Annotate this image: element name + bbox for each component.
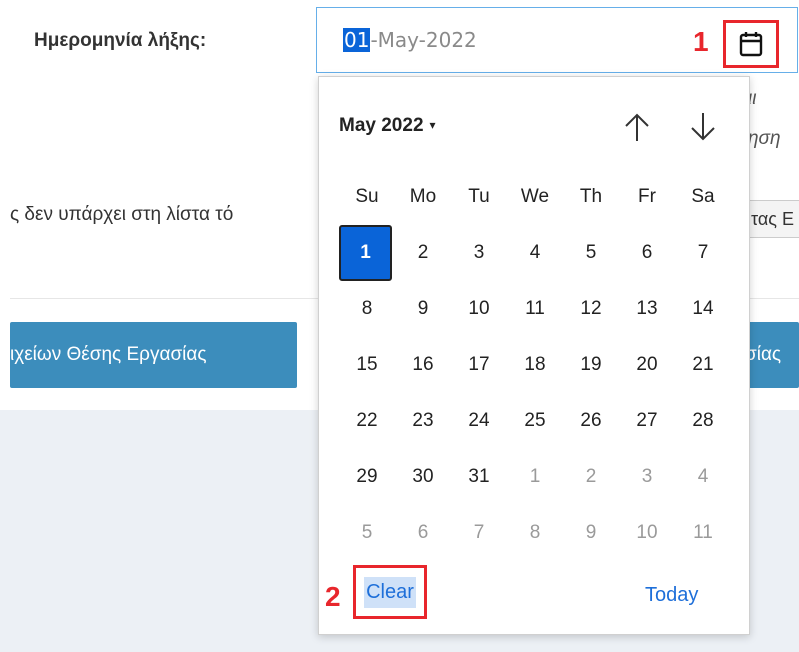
calendar-day[interactable]: 7 <box>675 225 731 281</box>
annotation-marker-2: 2 <box>325 581 341 612</box>
calendar-day[interactable]: 19 <box>563 337 619 393</box>
calendar-day[interactable]: 11 <box>675 505 731 561</box>
calendar-day[interactable]: 27 <box>619 393 675 449</box>
job-details-button-label: ιχείων Θέσης Εργασίας <box>10 344 207 365</box>
calendar-day[interactable]: 5 <box>339 505 395 561</box>
background-text-fragment: ηση <box>748 128 781 149</box>
calendar-day-selected[interactable]: 1 <box>339 225 392 281</box>
secondary-job-button[interactable]: σίας <box>745 322 799 388</box>
date-day-segment[interactable]: 01 <box>343 28 371 52</box>
month-year-label: May 2022 <box>339 115 424 136</box>
calendar-week-row: 15 16 17 18 19 20 21 <box>339 337 731 393</box>
calendar-day[interactable]: 11 <box>507 281 563 337</box>
calendar-day[interactable]: 22 <box>339 393 395 449</box>
weekday-header: We <box>520 186 550 207</box>
calendar-week-row: 22 23 24 25 26 27 28 <box>339 393 731 449</box>
background-grey-button[interactable]: τας Ε <box>748 200 799 238</box>
calendar-day[interactable]: 3 <box>451 225 507 281</box>
calendar-day[interactable]: 4 <box>675 449 731 505</box>
date-picker-popup: May 2022 ▾ Su Mo Tu We Th Fr Sa 123456789… <box>318 76 750 635</box>
calendar-day[interactable]: 18 <box>507 337 563 393</box>
weekday-header: Mo <box>409 186 437 207</box>
weekday-header: Sa <box>691 186 715 207</box>
calendar-day[interactable]: 21 <box>675 337 731 393</box>
calendar-grid: Su Mo Tu We Th Fr Sa 1 2 3 4 5 6 7 8 9 10 11 12 13 14… <box>339 169 731 561</box>
calendar-week-row: 5 6 7 8 9 10 11 <box>339 505 731 561</box>
calendar-day[interactable]: 10 <box>451 281 507 337</box>
calendar-day[interactable]: 2 <box>395 225 451 281</box>
calendar-day[interactable]: 15 <box>339 337 395 393</box>
annotation-marker-1: 1 <box>693 26 709 57</box>
calendar-day[interactable]: 30 <box>395 449 451 505</box>
weekday-header: Fr <box>638 186 656 207</box>
calendar-day[interactable]: 10 <box>619 505 675 561</box>
calendar-day[interactable]: 13 <box>619 281 675 337</box>
weekday-header: Su <box>355 186 379 207</box>
grey-button-label: τας Ε <box>751 209 794 229</box>
weekday-header: Th <box>579 186 603 207</box>
next-month-button[interactable] <box>681 107 725 147</box>
calendar-toggle-button[interactable] <box>723 20 779 68</box>
calendar-day[interactable]: 23 <box>395 393 451 449</box>
calendar-day[interactable]: 29 <box>339 449 395 505</box>
caret-down-icon: ▾ <box>429 118 436 132</box>
calendar-day[interactable]: 5 <box>563 225 619 281</box>
calendar-week-row: 1234567 <box>339 225 731 281</box>
calendar-day[interactable]: 3 <box>619 449 675 505</box>
calendar-week-row: 8 9 10 11 12 13 14 <box>339 281 731 337</box>
job-details-button[interactable]: ιχείων Θέσης Εργασίας <box>10 322 297 388</box>
calendar-day[interactable]: 26 <box>563 393 619 449</box>
calendar-day[interactable]: 14 <box>675 281 731 337</box>
calendar-day[interactable]: 6 <box>395 505 451 561</box>
calendar-day[interactable]: 8 <box>507 505 563 561</box>
calendar-day[interactable]: 9 <box>563 505 619 561</box>
calendar-day[interactable]: 28 <box>675 393 731 449</box>
month-year-selector[interactable]: May 2022 ▾ <box>339 115 436 137</box>
calendar-day[interactable]: 25 <box>507 393 563 449</box>
clear-button[interactable]: Clear <box>353 565 427 619</box>
calendar-day[interactable]: 7 <box>451 505 507 561</box>
weekday-header: Tu <box>468 186 490 207</box>
calendar-week-row: 29 30 31 1 2 3 4 <box>339 449 731 505</box>
today-button[interactable]: Today <box>645 584 698 607</box>
calendar-day[interactable]: 2 <box>563 449 619 505</box>
background-text-fragment: ς δεν υπάρχει στη λίστα τό <box>10 204 234 225</box>
calendar-day[interactable]: 4 <box>507 225 563 281</box>
calendar-day[interactable]: 12 <box>563 281 619 337</box>
secondary-job-button-label: σίας <box>745 344 782 365</box>
arrow-down-icon <box>691 113 715 141</box>
calendar-day[interactable]: 9 <box>395 281 451 337</box>
calendar-day[interactable]: 24 <box>451 393 507 449</box>
arrow-up-icon <box>625 113 649 141</box>
previous-month-button[interactable] <box>615 107 659 147</box>
calendar-icon <box>739 32 763 57</box>
weekday-header-row: Su Mo Tu We Th Fr Sa <box>339 169 731 225</box>
date-month-year-segment[interactable]: -May-2022 <box>370 28 476 52</box>
calendar-day[interactable]: 16 <box>395 337 451 393</box>
calendar-day[interactable]: 6 <box>619 225 675 281</box>
date-input-value: 01-May-2022 <box>343 28 477 52</box>
calendar-day[interactable]: 17 <box>451 337 507 393</box>
expiry-date-label: Ημερομηνία λήξης: <box>34 30 207 51</box>
calendar-day[interactable]: 20 <box>619 337 675 393</box>
calendar-day[interactable]: 31 <box>451 449 507 505</box>
clear-button-label: Clear <box>364 576 416 608</box>
calendar-day[interactable]: 8 <box>339 281 395 337</box>
calendar-day[interactable]: 1 <box>507 449 563 505</box>
